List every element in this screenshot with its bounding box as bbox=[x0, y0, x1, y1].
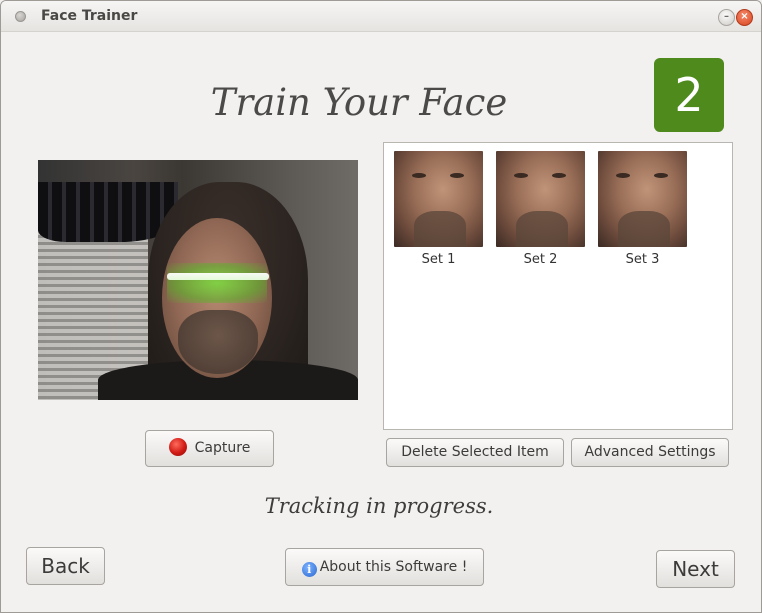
face-thumbnail bbox=[496, 151, 585, 247]
about-label: About this Software ! bbox=[319, 559, 468, 575]
set-label: Set 1 bbox=[421, 252, 456, 267]
list-item[interactable]: Set 3 bbox=[598, 151, 688, 267]
capture-label: Capture bbox=[194, 440, 251, 456]
step-badge: 2 bbox=[654, 58, 724, 132]
minimize-icon: – bbox=[724, 11, 729, 22]
training-set-list[interactable]: Set 1 Set 2 Set 3 bbox=[383, 142, 733, 430]
set-label: Set 2 bbox=[523, 252, 558, 267]
close-icon: × bbox=[740, 11, 749, 22]
eye-tracking-line bbox=[167, 273, 269, 280]
app-window: Face Trainer – × Train Your Face 2 Captu… bbox=[0, 0, 762, 613]
info-icon: i bbox=[301, 562, 317, 577]
webcam-preview bbox=[38, 160, 358, 400]
title-bar[interactable]: Face Trainer – × bbox=[1, 1, 761, 32]
advanced-settings-button[interactable]: Advanced Settings bbox=[571, 438, 729, 467]
face-thumbnail bbox=[394, 151, 483, 247]
list-item[interactable]: Set 2 bbox=[496, 151, 586, 267]
eye-tracking-overlay bbox=[167, 263, 267, 303]
about-button[interactable]: i About this Software ! bbox=[285, 548, 484, 586]
set-label: Set 3 bbox=[625, 252, 660, 267]
window-menu-icon[interactable] bbox=[15, 11, 26, 22]
minimize-button[interactable]: – bbox=[718, 9, 735, 26]
next-button[interactable]: Next bbox=[656, 550, 735, 588]
close-button[interactable]: × bbox=[736, 9, 753, 26]
record-icon bbox=[168, 438, 187, 456]
page-title: Train Your Face bbox=[210, 81, 508, 124]
list-item[interactable]: Set 1 bbox=[394, 151, 484, 267]
capture-button[interactable]: Capture bbox=[145, 430, 274, 467]
status-text: Tracking in progress. bbox=[264, 494, 494, 518]
person-beard bbox=[178, 310, 258, 374]
delete-selected-button[interactable]: Delete Selected Item bbox=[386, 438, 564, 467]
back-button[interactable]: Back bbox=[26, 547, 105, 585]
window-title: Face Trainer bbox=[41, 8, 138, 24]
face-thumbnail bbox=[598, 151, 687, 247]
